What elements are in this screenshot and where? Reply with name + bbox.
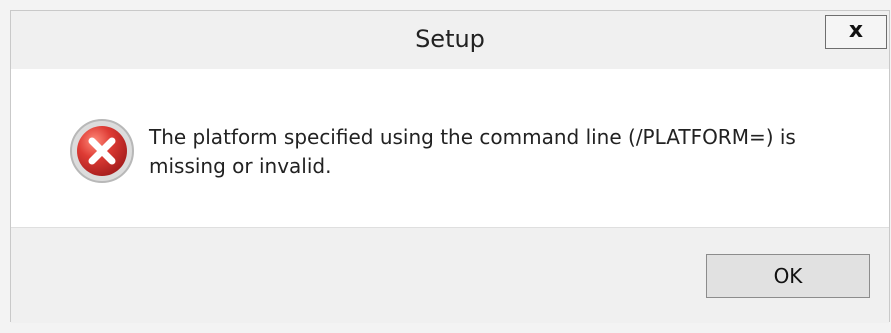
close-button[interactable]: x: [825, 15, 887, 49]
setup-dialog: Setup x The platform specified using the…: [10, 10, 890, 323]
button-bar: OK: [11, 227, 889, 323]
close-icon: x: [848, 18, 864, 43]
message-area: The platform specified using the command…: [11, 69, 889, 227]
error-icon: [70, 119, 134, 183]
title-bar[interactable]: Setup x: [11, 11, 889, 69]
error-message: The platform specified using the command…: [149, 125, 796, 178]
ok-button-label: OK: [773, 264, 803, 288]
ok-button[interactable]: OK: [706, 254, 870, 298]
window-title: Setup: [415, 25, 485, 53]
